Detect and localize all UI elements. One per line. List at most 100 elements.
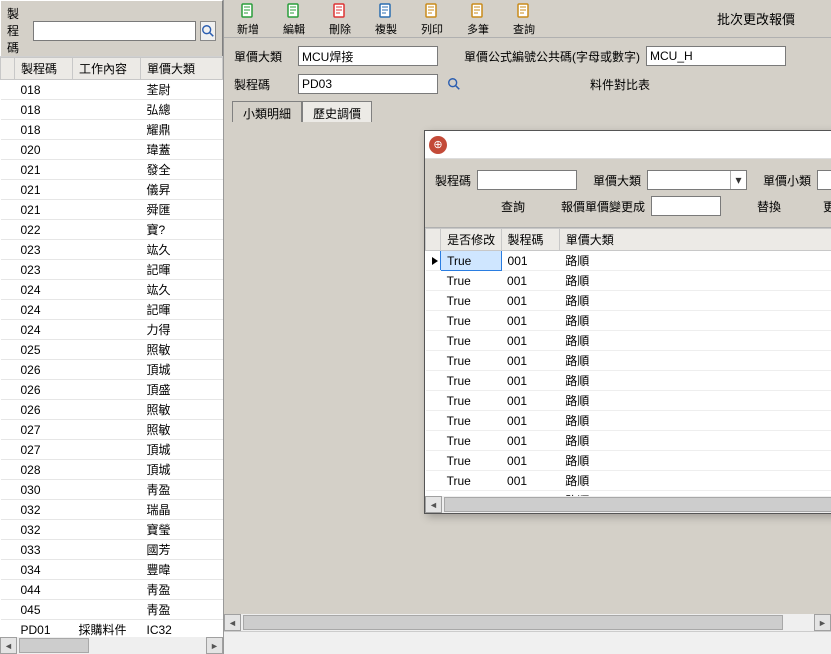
table-row[interactable]: 045靑盈 [1,600,223,620]
cell: 023 [15,240,73,260]
table-row[interactable]: 021儀昇 [1,180,223,200]
code-lookup-button[interactable] [444,74,464,94]
cell [1,200,15,220]
modal-col-header[interactable]: 單價大類 [559,229,831,251]
scroll-track[interactable] [442,496,831,513]
toolbar-label: 刪除 [329,21,351,37]
table-row[interactable]: True001路順0.047'' 1/11122 [426,451,831,471]
scroll-left-button[interactable]: ◄ [425,496,442,513]
formula-input[interactable] [646,46,786,66]
toolbar-列印-button[interactable]: 列印 [414,2,450,37]
m-cat-combo[interactable]: ▾ [647,170,747,190]
toolbar-編輯-button[interactable]: 編輯 [276,2,312,37]
left-col-header[interactable] [1,58,15,80]
table-row[interactable]: 020瑋蓋 [1,140,223,160]
scroll-track[interactable] [241,614,814,631]
table-row[interactable]: 018荃尉 [1,80,223,100]
table-row[interactable]: 024記暉 [1,300,223,320]
modal-titlebar[interactable]: ⊕ — ☐ ✕ [425,131,831,159]
table-row[interactable]: 028頂城 [1,460,223,480]
scroll-left-button[interactable]: ◄ [224,614,241,631]
cell: 018 [15,120,73,140]
modal-col-header[interactable]: 製程碼 [501,229,559,251]
table-row[interactable]: True001路順0.015'' 1/1660 [426,371,831,391]
table-row[interactable]: 044靑盈 [1,580,223,600]
cell [1,120,15,140]
scroll-right-button[interactable]: ► [206,637,223,654]
modal-col-header[interactable] [426,229,441,251]
code-input[interactable] [298,74,438,94]
table-row[interactable]: True001路順0.006'' 1/1500 [426,271,831,291]
scroll-track[interactable] [17,637,206,654]
scroll-thumb[interactable] [444,497,831,512]
modal-grid[interactable]: 是否修改製程碼單價大類單價小類報價單價 True001路順0.004'' 1/1… [425,227,831,496]
table-row[interactable]: PD01採購料件IC32 [1,620,223,637]
table-row[interactable]: True001路順0.028'' 1/1864 [426,411,831,431]
table-row[interactable]: True001路順0.010'' 1/1677 [426,311,831,331]
toolbar-刪除-button[interactable]: 刪除 [322,2,358,37]
table-row[interactable]: True001路順0.039'' 1/11001 [426,431,831,451]
table-row[interactable]: 022寶? [1,220,223,240]
scroll-thumb[interactable] [243,615,783,630]
toolbar-新增-button[interactable]: 新增 [230,2,266,37]
table-row[interactable]: 030靑盈 [1,480,223,500]
toolbar-複製-button[interactable]: 複製 [368,2,404,37]
cat-input[interactable] [298,46,438,66]
modal-horiz-scrollbar[interactable]: ◄ ► [425,496,831,513]
cell: 頂城 [141,360,223,380]
toolbar-查詢-button[interactable]: 查詢 [506,2,542,37]
table-row[interactable]: 024力得 [1,320,223,340]
cell [73,580,141,600]
table-row[interactable]: 032寶瑩 [1,520,223,540]
cell: 儀昇 [141,180,223,200]
table-row[interactable]: 018耀鼎 [1,120,223,140]
table-row[interactable]: 021發全 [1,160,223,180]
m-query-button[interactable]: 查詢 [495,198,531,215]
left-horiz-scrollbar[interactable]: ◄ ► [0,637,223,654]
table-row[interactable]: 034豐暐 [1,560,223,580]
table-row[interactable]: 026照敏 [1,400,223,420]
left-code-lookup-button[interactable] [200,21,216,41]
table-row[interactable]: True001路順0.004'' 1/1520 [426,251,831,271]
scroll-thumb[interactable] [19,638,89,653]
table-row[interactable]: 026頂盛 [1,380,223,400]
table-row[interactable]: True001路順0.018'' 1/1787 [426,391,831,411]
m-change-input[interactable] [651,196,721,216]
left-col-header[interactable]: 工作內容 [73,58,141,80]
table-row[interactable]: True001路順景美FR-400660 [426,351,831,371]
left-code-label: 製程碼 [7,5,29,56]
table-row[interactable]: 023記暉 [1,260,223,280]
cell [73,260,141,280]
cell [73,440,141,460]
scroll-right-button[interactable]: ► [814,614,831,631]
table-row[interactable]: 021舜匯 [1,200,223,220]
cell: 頂城 [141,460,223,480]
m-update-button[interactable]: 更新 [817,198,831,215]
table-row[interactable]: 025照敏 [1,340,223,360]
table-row[interactable]: 018弘總 [1,100,223,120]
table-row[interactable]: 032瑞晶 [1,500,223,520]
table-row[interactable]: True001路順0.062'' 1/11342 [426,471,831,491]
left-col-header[interactable]: 單價大類 [141,58,223,80]
left-code-input[interactable] [33,21,196,41]
table-row[interactable]: 024竑久 [1,280,223,300]
left-panel: 製程碼 查找 製程碼工作內容單價大類 018荃尉018弘總018耀鼎020瑋蓋0… [0,0,224,654]
table-row[interactable]: 033國芳 [1,540,223,560]
cell [426,271,441,291]
toolbar-多筆-button[interactable]: 多筆 [460,2,496,37]
m-replace-button[interactable]: 替換 [751,198,787,215]
m-sub-combo[interactable]: ▾ [817,170,831,190]
cell [73,380,141,400]
left-col-header[interactable]: 製程碼 [15,58,73,80]
table-row[interactable]: 027照敏 [1,420,223,440]
m-code-input[interactable] [477,170,577,190]
table-row[interactable]: 027頂城 [1,440,223,460]
table-row[interactable]: 023竑久 [1,240,223,260]
table-row[interactable]: 026頂城 [1,360,223,380]
table-row[interactable]: True001路順0.008'' 1/1523 [426,291,831,311]
scroll-left-button[interactable]: ◄ [0,637,17,654]
left-grid[interactable]: 製程碼工作內容單價大類 018荃尉018弘總018耀鼎020瑋蓋021發全021… [0,56,223,636]
table-row[interactable]: True001路順0.012'' 1/1710 [426,331,831,351]
modal-col-header[interactable]: 是否修改 [441,229,501,251]
right-horiz-scrollbar[interactable]: ◄ ► [224,614,831,631]
